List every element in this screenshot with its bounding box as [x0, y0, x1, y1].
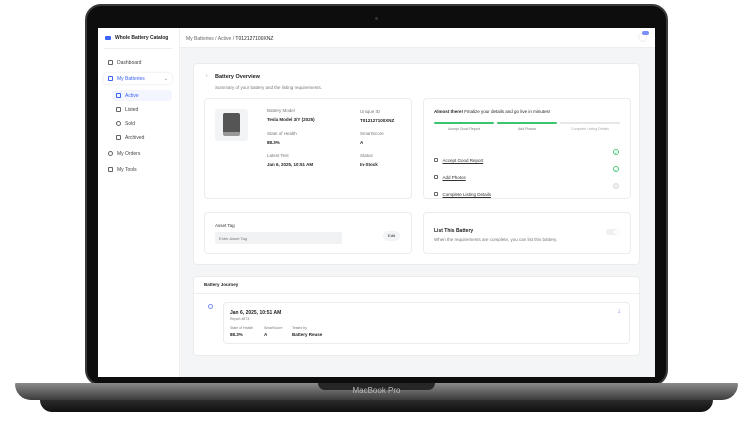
- label: Dashboard: [117, 59, 142, 66]
- list-toggle[interactable]: [606, 229, 619, 235]
- label: My Orders: [117, 150, 141, 157]
- listing-progress-card: Almost there! Finalize your details and …: [423, 98, 631, 199]
- field: Tested by Battery Reuse: [292, 326, 323, 337]
- field: Battery Model Tesla Model 3/Y (2025): [267, 108, 315, 122]
- list-description: When the requirements are complete, you …: [434, 237, 558, 242]
- field: State of Health 88.3%: [230, 326, 254, 337]
- image-icon: [434, 175, 438, 179]
- section-title: Battery Overview: [215, 74, 260, 80]
- step-label: Complete Listing Details: [571, 127, 609, 131]
- notification-badge: [642, 31, 649, 35]
- label: My Tools: [117, 166, 137, 173]
- label: My Batteries: [117, 75, 145, 82]
- journey-title: Battery Journey: [204, 282, 239, 287]
- label: Sold: [125, 120, 136, 127]
- step-label: Accept Good Report: [448, 127, 480, 131]
- progress-bar-step-2: [497, 122, 557, 124]
- tag-icon: [434, 192, 438, 196]
- dollar-icon: [116, 121, 121, 126]
- asset-tag-label: Asset Tag: [215, 223, 235, 228]
- breadcrumb-active[interactable]: Active: [218, 36, 232, 42]
- battery-details-card: Battery Model Tesla Model 3/Y (2025) Uniq…: [204, 98, 412, 199]
- home-icon: [108, 60, 113, 65]
- asset-tag-card: Asset Tag Edit: [204, 212, 412, 254]
- field: Latest Test Jan 6, 2025, 10:51 AM: [267, 153, 314, 167]
- battery-icon: [223, 113, 240, 136]
- entry-report: Report #673: [230, 317, 250, 321]
- field: SmartScore A: [360, 131, 384, 145]
- battery-icon: [108, 76, 113, 81]
- progress-bar-step-3: [560, 122, 620, 124]
- back-icon[interactable]: ‹: [206, 73, 208, 79]
- label: Archived: [125, 134, 145, 141]
- check-icon: ✓: [613, 166, 619, 172]
- orders-icon: [108, 151, 113, 156]
- asset-tag-input[interactable]: [215, 232, 342, 244]
- camera: [375, 17, 378, 20]
- journey-entry: Jan 6, 2025, 10:51 AM Report #673 State …: [223, 302, 630, 344]
- document-icon: [434, 158, 438, 162]
- sidebar-item-my-batteries[interactable]: My Batteries ⌄: [104, 73, 172, 84]
- field: Unique ID T012127100XNZ: [360, 109, 395, 123]
- app-title[interactable]: Whole Battery Catalog: [105, 35, 168, 41]
- progress-headline: Almost there! Finalize your details and …: [434, 109, 551, 114]
- sidebar-item-dashboard[interactable]: Dashboard: [104, 57, 172, 68]
- sidebar-item-my-tools[interactable]: My Tools: [104, 164, 172, 175]
- screen: Whole Battery Catalog Dashboard My Batte…: [98, 28, 655, 377]
- field: Status In-Stock: [360, 153, 378, 167]
- breadcrumb-my-batteries[interactable]: My Batteries: [186, 36, 214, 42]
- chevron-down-icon: ⌄: [163, 75, 168, 82]
- step-link-complete-details[interactable]: Complete Listing Details: [434, 183, 491, 201]
- list-title: List This Battery: [434, 228, 474, 234]
- list-battery-card: List This Battery When the requirements …: [423, 212, 631, 254]
- laptop-base-bottom: [40, 400, 713, 412]
- sidebar-item-listed[interactable]: Listed: [112, 104, 172, 115]
- journey-panel: Battery Journey Jan 6, 2025, 10:51 AM Re…: [193, 276, 640, 356]
- divider: [104, 48, 172, 49]
- header: My Batteries / Active / T012127100XNZ: [180, 28, 655, 48]
- logo-icon: [105, 36, 111, 40]
- sidebar-item-my-orders[interactable]: My Orders: [104, 148, 172, 159]
- check-icon: ✓: [613, 149, 619, 155]
- download-icon[interactable]: ⤓: [618, 308, 620, 314]
- sidebar-item-sold[interactable]: Sold: [112, 118, 172, 129]
- overview-panel: ‹ Battery Overview Summary of your batte…: [193, 63, 640, 265]
- timeline-dot-icon: [208, 304, 213, 309]
- progress-bar-step-1: [434, 122, 494, 124]
- edit-button[interactable]: Edit: [383, 231, 400, 241]
- archive-icon: [116, 135, 121, 140]
- entry-date: Jan 6, 2025, 10:51 AM: [230, 310, 282, 316]
- step-link-add-photos[interactable]: Add Photos: [434, 166, 466, 184]
- sidebar-item-active[interactable]: Active: [112, 90, 172, 101]
- battery-image: [215, 109, 248, 141]
- toolbox-icon: [108, 167, 113, 172]
- section-subtitle: Summary of your battery and the listing …: [215, 85, 323, 90]
- breadcrumb-current: T012127100XNZ: [235, 36, 274, 42]
- label: Listed: [125, 106, 139, 113]
- pending-icon: [613, 183, 619, 189]
- list-icon: [116, 93, 121, 98]
- sidebar-item-archived[interactable]: Archived: [112, 132, 172, 143]
- app-title-text: Whole Battery Catalog: [115, 35, 169, 41]
- divider: [194, 293, 639, 294]
- field: SmartScore A: [264, 326, 283, 337]
- step-label: Add Photos: [517, 127, 537, 131]
- sidebar: Whole Battery Catalog Dashboard My Batte…: [98, 28, 180, 377]
- tag-icon: [116, 107, 121, 112]
- breadcrumb: My Batteries / Active / T012127100XNZ: [186, 36, 274, 42]
- field: State of Health 88.3%: [267, 131, 297, 145]
- device-label: MacBook Pro: [352, 386, 401, 395]
- label: Active: [125, 92, 139, 99]
- step-link-accept-report[interactable]: Accept Good Report: [434, 149, 483, 167]
